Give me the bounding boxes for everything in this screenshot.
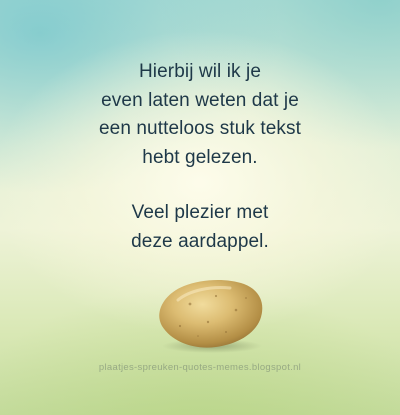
message-paragraph-1: Hierbij wil ik je even laten weten dat j… xyxy=(0,58,400,172)
message-paragraph-2: Veel plezier met deze aardappel. xyxy=(0,199,400,256)
message-line: Veel plezier met xyxy=(131,202,269,223)
message-line: Hierbij wil ik je xyxy=(138,61,262,82)
message-line: even laten weten dat je xyxy=(101,89,299,111)
message-line: hebt gelezen. xyxy=(142,146,258,168)
message-line: een nutteloos stuk tekst xyxy=(98,118,302,139)
potato-icon xyxy=(159,280,263,353)
quote-card: Hierbij wil ik je even laten weten dat j… xyxy=(0,0,400,415)
watermark: plaatjes-spreuken-quotes-memes.blogspot.… xyxy=(98,362,302,373)
message-line: deze aardappel. xyxy=(131,230,269,252)
